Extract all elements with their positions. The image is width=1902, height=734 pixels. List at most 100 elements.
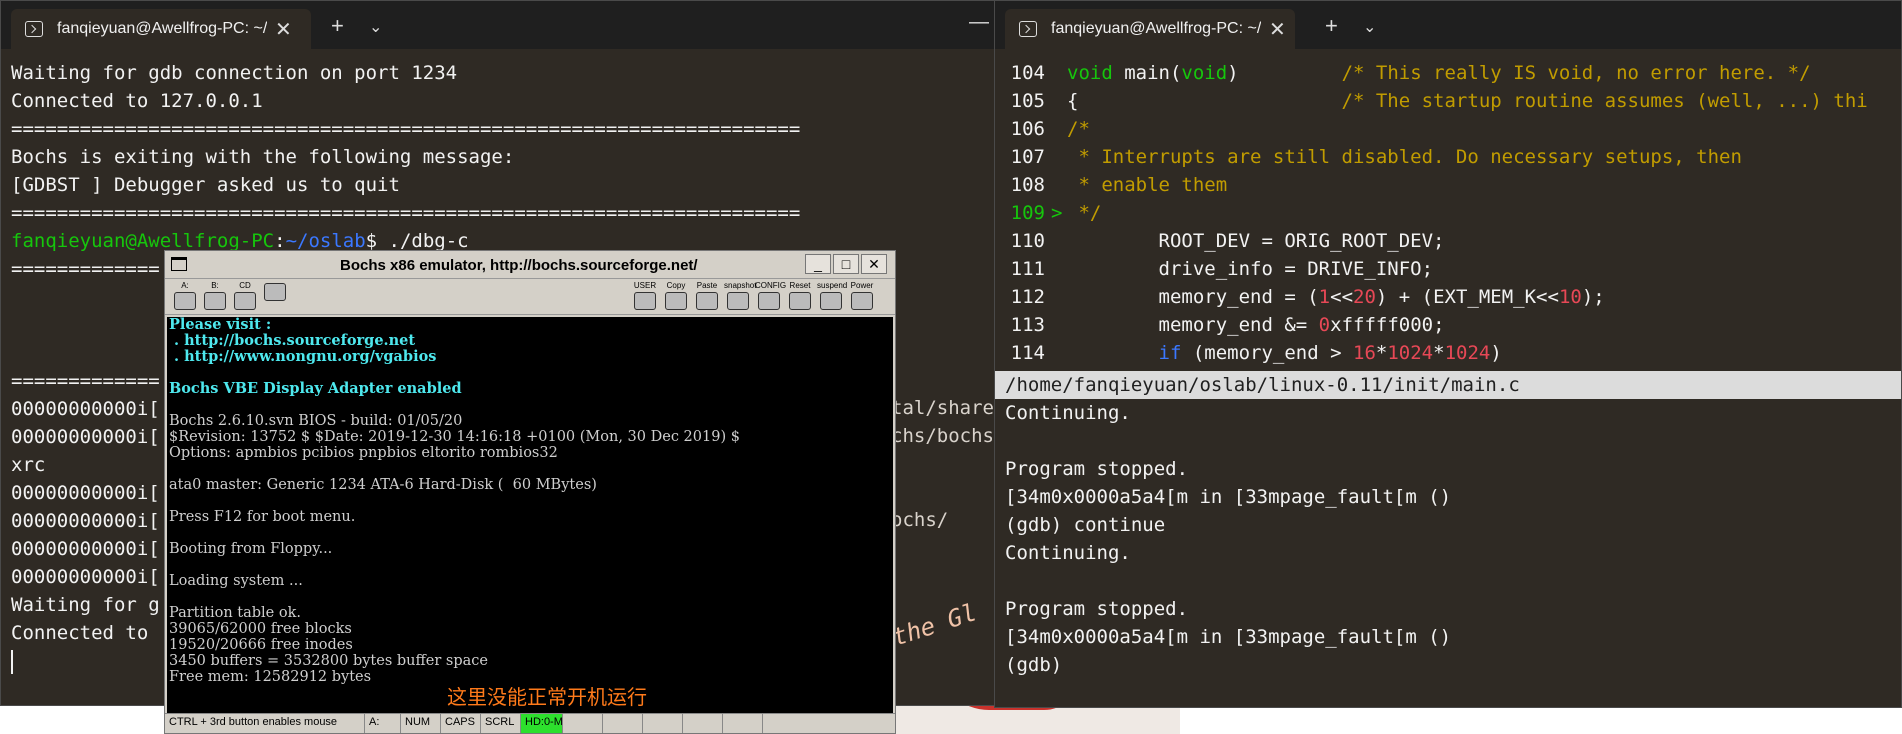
user-icon — [634, 292, 656, 310]
bios-line: . http://www.nongnu.org/vgabios — [169, 348, 437, 365]
current-line-marker — [1051, 171, 1067, 199]
code-line: 108 * enable them — [995, 171, 1901, 199]
right-terminal-window: fanqieyuan@Awellfrog-PC: ~/ ✕ + ⌄ 104 voi… — [994, 0, 1902, 708]
gdb-output[interactable]: Continuing. Program stopped. [34m0x0000a5a… — [1005, 399, 1901, 679]
tab-dropdown-icon[interactable]: ⌄ — [1363, 17, 1376, 37]
bios-line: Bochs VBE Display Adapter enabled — [169, 380, 462, 397]
code-text: ROOT_DEV = ORIG_ROOT_DEV; — [1067, 230, 1445, 252]
drive-icon — [204, 292, 226, 310]
code-text: */ — [1067, 202, 1102, 224]
code-text: memory_end = (1<<20) + (EXT_MEM_K<<10); — [1067, 286, 1605, 308]
toolbar-button-snapshot[interactable]: snapshot — [724, 281, 756, 313]
new-tab-button[interactable]: + — [331, 13, 344, 39]
terminal-icon — [1019, 21, 1037, 37]
terminal-line: ========================================… — [11, 118, 801, 140]
reset-icon — [789, 292, 811, 310]
file-path-bar: /home/fanqieyuan/oslab/linux-0.11/init/m… — [995, 371, 1901, 399]
status-field: HD:0-M — [521, 714, 563, 733]
toolbar-button-user[interactable] — [261, 281, 289, 313]
close-tab-icon[interactable]: ✕ — [1269, 17, 1286, 42]
gdb-line: (gdb) continue — [1005, 514, 1166, 536]
bochs-toolbar: A: B: CD USER Copy Paste snapshot CONFIG Reset su… — [165, 279, 895, 315]
right-terminal-tab[interactable]: fanqieyuan@Awellfrog-PC: ~/ ✕ — [1005, 9, 1295, 49]
left-tab-bar: fanqieyuan@Awellfrog-PC: ~/ ✕ + ⌄ — — [1, 1, 999, 49]
line-number: 105 — [1010, 90, 1045, 112]
bochs-title-bar[interactable]: Bochs x86 emulator, http://bochs.sourcef… — [165, 251, 895, 279]
status-field — [603, 714, 643, 733]
code-text: drive_info = DRIVE_INFO; — [1067, 258, 1434, 280]
code-line: 109 > */ — [995, 199, 1901, 227]
code-line: 114 if (memory_end > 16*1024*1024) — [995, 339, 1901, 367]
left-terminal-tab[interactable]: fanqieyuan@Awellfrog-PC: ~/ ✕ — [11, 9, 311, 49]
toolbar-button-user[interactable]: USER — [631, 281, 659, 313]
bios-line: Bochs 2.6.10.svn BIOS - build: 01/05/20 — [169, 413, 463, 429]
bios-line: . http://bochs.sourceforge.net — [169, 332, 416, 349]
current-line-marker: > — [1051, 202, 1063, 224]
drive-icon — [234, 292, 256, 310]
desktop-text-share: tal/share — [891, 397, 994, 419]
code-text: { /* The startup routine assumes (well, … — [1067, 90, 1868, 112]
line-number: 109 — [1010, 202, 1045, 224]
window-icon — [171, 257, 187, 271]
current-line-marker — [1051, 283, 1067, 311]
current-line-marker — [1051, 115, 1067, 143]
tab-title: fanqieyuan@Awellfrog-PC: ~/ — [57, 20, 267, 37]
bios-line: Press F12 for boot menu. — [169, 509, 356, 525]
code-line: 112 memory_end = (1<<20) + (EXT_MEM_K<<1… — [995, 283, 1901, 311]
code-text: * enable them — [1067, 174, 1228, 196]
toolbar-button-b[interactable]: B: — [201, 281, 229, 313]
close-button[interactable]: ✕ — [861, 254, 887, 274]
right-tab-bar: fanqieyuan@Awellfrog-PC: ~/ ✕ + ⌄ — [995, 1, 1901, 49]
terminal-line: Bochs is exiting with the following mess… — [11, 146, 515, 168]
gdb-line: Continuing. — [1005, 542, 1131, 564]
close-tab-icon[interactable]: ✕ — [275, 17, 292, 42]
status-field: A: — [365, 714, 401, 733]
gdb-line: [34m0x0000a5a4[m in [33mpage_fault[m () — [1005, 626, 1452, 648]
current-line-marker — [1051, 255, 1067, 283]
toolbar-button-a[interactable]: A: — [171, 281, 199, 313]
bios-line: $Revision: 13752 $ $Date: 2019-12-30 14:… — [169, 429, 740, 445]
status-field — [683, 714, 723, 733]
toolbar-button-power[interactable]: Power — [848, 281, 876, 313]
config-icon — [758, 292, 780, 310]
gdb-line: Program stopped. — [1005, 458, 1189, 480]
copy-icon — [665, 292, 687, 310]
bios-line: ata0 master: Generic 1234 ATA-6 Hard-Dis… — [169, 477, 597, 493]
snapshot-icon — [727, 292, 749, 310]
maximize-button[interactable]: □ — [833, 254, 859, 274]
line-number: 107 — [1010, 146, 1045, 168]
code-line: 106 /* — [995, 115, 1901, 143]
code-line: 107 * Interrupts are still disabled. Do … — [995, 143, 1901, 171]
emulator-screen[interactable]: Please visit : . http://bochs.sourceforg… — [167, 317, 893, 713]
terminal-icon — [25, 21, 43, 37]
suspend-icon — [820, 292, 842, 310]
gdb-line: Continuing. — [1005, 402, 1131, 424]
status-field — [643, 714, 683, 733]
toolbar-button-copy[interactable]: Copy — [662, 281, 690, 313]
bochs-status-bar: CTRL + 3rd button enables mouse A: NUM CAPS… — [165, 713, 895, 733]
bios-line: 19520/20666 free inodes — [169, 637, 353, 653]
bios-line: Partition table ok. — [169, 605, 301, 621]
code-text: if (memory_end > 16*1024*1024) — [1158, 342, 1502, 364]
current-line-marker — [1051, 339, 1067, 367]
minimize-button[interactable]: _ — [805, 254, 831, 274]
new-tab-button[interactable]: + — [1325, 13, 1338, 39]
toolbar-button-reset[interactable]: Reset — [786, 281, 814, 313]
toolbar-button-suspend[interactable]: suspend — [817, 281, 847, 313]
minimize-button[interactable]: — — [969, 11, 989, 34]
drive-icon — [264, 283, 286, 301]
tab-dropdown-icon[interactable]: ⌄ — [369, 17, 382, 37]
toolbar-button-paste[interactable]: Paste — [693, 281, 721, 313]
toolbar-button-cd[interactable]: CD — [231, 281, 259, 313]
bios-line: 39065/62000 free blocks — [169, 621, 352, 637]
status-field — [563, 714, 603, 733]
current-line-marker — [1051, 311, 1067, 339]
desktop-text-bochs: chs/bochs — [891, 425, 994, 447]
code-text: * Interrupts are still disabled. Do nece… — [1067, 146, 1742, 168]
drive-icon — [174, 292, 196, 310]
code-line: 110 ROOT_DEV = ORIG_ROOT_DEV; — [995, 227, 1901, 255]
gdb-line: Program stopped. — [1005, 598, 1189, 620]
toolbar-button-config[interactable]: CONFIG — [755, 281, 786, 313]
bios-line — [167, 461, 893, 477]
gdb-line — [1005, 427, 1901, 455]
